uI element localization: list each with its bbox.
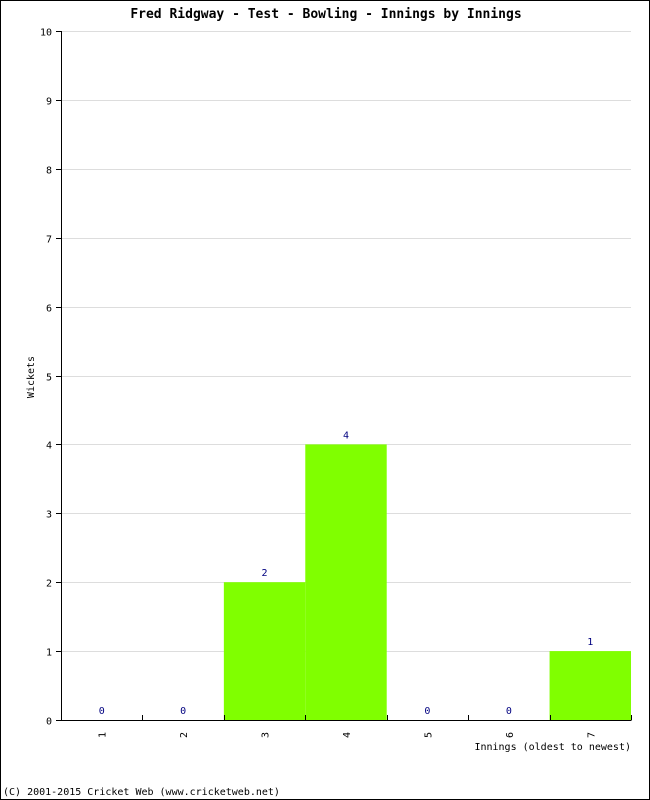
data-label: 0 xyxy=(180,706,186,717)
data-label: 0 xyxy=(424,706,430,717)
bar xyxy=(549,651,631,720)
y-tick-label: 8 xyxy=(46,166,52,177)
y-axis-label: Wickets xyxy=(26,356,37,398)
copyright-footer: (C) 2001-2015 Cricket Web (www.cricketwe… xyxy=(3,787,280,798)
x-tick-label: 4 xyxy=(342,732,353,738)
bar xyxy=(223,582,306,720)
bar-chart: Fred Ridgway - Test - Bowling - Innings … xyxy=(26,7,632,753)
chart-title: Fred Ridgway - Test - Bowling - Innings … xyxy=(130,7,521,22)
x-tick-label: 1 xyxy=(98,732,109,738)
y-tick-label: 0 xyxy=(46,717,52,728)
y-tick-label: 7 xyxy=(46,235,52,246)
x-tick-label: 2 xyxy=(179,732,190,738)
y-ticks: 0 1 2 3 4 5 6 7 8 9 10 xyxy=(40,28,61,728)
y-tick-label: 3 xyxy=(46,510,52,521)
x-tick-label: 3 xyxy=(261,732,272,738)
data-label: 1 xyxy=(587,637,593,648)
x-tick-label: 5 xyxy=(423,732,434,738)
y-tick-label: 1 xyxy=(46,648,52,659)
y-tick-label: 6 xyxy=(46,304,52,315)
y-tick-label: 5 xyxy=(46,373,52,384)
data-label: 4 xyxy=(343,430,349,441)
data-label: 0 xyxy=(99,706,105,717)
data-label: 0 xyxy=(506,706,512,717)
data-label: 2 xyxy=(262,568,268,579)
x-tick-label: 6 xyxy=(505,732,516,738)
x-axis-label: Innings (oldest to newest) xyxy=(474,742,631,753)
x-tick-label: 7 xyxy=(586,732,597,738)
y-tick-label: 10 xyxy=(40,28,52,39)
y-tick-label: 4 xyxy=(46,441,52,452)
bar xyxy=(305,444,387,720)
y-tick-label: 2 xyxy=(46,579,52,590)
chart-frame: Fred Ridgway - Test - Bowling - Innings … xyxy=(0,0,650,800)
y-tick-label: 9 xyxy=(46,97,52,108)
